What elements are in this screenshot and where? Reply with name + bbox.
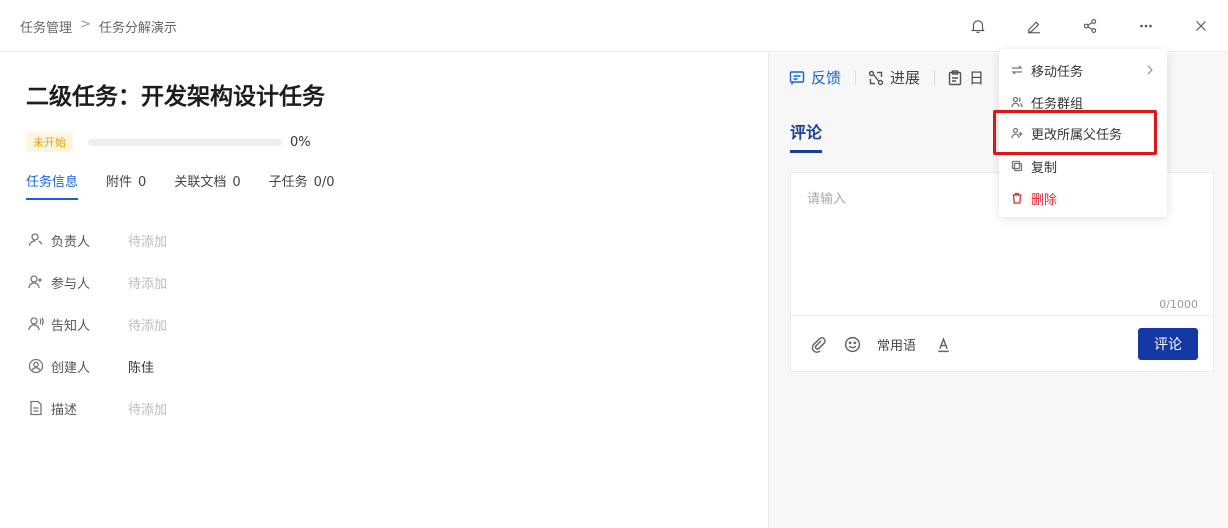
task-title: 二级任务：开发架构设计任务	[26, 84, 325, 110]
tab-attachments[interactable]: 附件 0	[106, 171, 146, 200]
field-participants: 参与人 待添加	[28, 261, 167, 303]
common-phrases-button[interactable]: 常用语	[877, 335, 916, 354]
field-notify: 告知人 待添加	[28, 303, 167, 345]
swap-icon	[1011, 65, 1023, 75]
breadcrumb-separator: >	[80, 17, 91, 32]
tab-log[interactable]: 日	[947, 67, 984, 88]
document-icon	[28, 400, 44, 416]
task-tabs: 任务信息 附件 0 关联文档 0 子任务 0/0	[26, 171, 363, 200]
field-owner: 负责人 待添加	[28, 219, 167, 261]
char-counter: 0/1000	[1159, 298, 1198, 311]
menu-item-move-task[interactable]: 移动任务	[999, 54, 1167, 86]
tab-linked-docs[interactable]: 关联文档 0	[174, 171, 240, 200]
user-plus-icon	[28, 274, 44, 290]
more-icon[interactable]	[1134, 14, 1158, 38]
task-detail-pane: 二级任务：开发架构设计任务 未开始 0% 任务信息 附件 0 关联文档 0 子任务 0…	[0, 53, 768, 528]
chevron-right-icon	[1145, 64, 1155, 75]
field-creator: 创建人 陈佳	[28, 345, 167, 387]
breadcrumb-current: 任务分解演示	[98, 21, 177, 36]
field-participants-value[interactable]: 待添加	[128, 273, 167, 292]
bell-icon[interactable]	[966, 14, 990, 38]
share-icon[interactable]	[1078, 14, 1102, 38]
user-circle-icon	[28, 358, 44, 374]
chat-icon	[789, 70, 805, 85]
field-description-value[interactable]: 待添加	[128, 399, 167, 418]
field-owner-value[interactable]: 待添加	[128, 231, 167, 250]
tab-task-info[interactable]: 任务信息	[26, 171, 79, 200]
emoji-icon[interactable]	[843, 336, 861, 354]
divider	[855, 70, 857, 85]
user-notify-icon	[28, 316, 44, 332]
tab-comment[interactable]: 评论	[790, 119, 823, 153]
submit-comment-button[interactable]: 评论	[1138, 328, 1198, 360]
task-fields: 负责人 待添加 参与人 待添加 告知人 待添加 创建人 陈佳 描述 待添加	[28, 219, 167, 429]
comment-input[interactable]: 请输入	[807, 188, 846, 207]
copy-icon	[1011, 160, 1023, 172]
tab-subtasks[interactable]: 子任务 0/0	[269, 171, 335, 200]
breadcrumb-parent[interactable]: 任务管理	[20, 17, 72, 36]
progress-bar	[88, 138, 282, 146]
divider	[934, 70, 936, 85]
menu-item-delete[interactable]: 删除	[999, 182, 1167, 214]
progress-label: 0%	[290, 134, 311, 150]
progress-icon	[868, 70, 884, 85]
status-badge: 未开始	[26, 132, 73, 152]
clipboard-icon	[948, 69, 962, 85]
status-row: 未开始 0%	[26, 132, 311, 152]
top-bar: 任务管理 > 任务分解演示	[0, 0, 1228, 52]
text-format-icon[interactable]	[934, 336, 952, 354]
tab-feedback[interactable]: 反馈	[789, 67, 841, 88]
field-description: 描述 待添加	[28, 387, 167, 429]
field-notify-value[interactable]: 待添加	[128, 315, 167, 334]
breadcrumb: 任务管理 > 任务分解演示	[20, 17, 177, 36]
highlight-box	[993, 110, 1157, 155]
trash-icon	[1012, 192, 1022, 204]
comment-toolbar: 常用语 评论	[791, 315, 1213, 373]
feedback-tabs: 反馈 进展 日	[789, 67, 998, 88]
group-icon	[1011, 96, 1023, 108]
tab-progress[interactable]: 进展	[868, 67, 920, 88]
attachment-icon[interactable]	[809, 336, 827, 354]
field-creator-value: 陈佳	[128, 360, 155, 376]
edit-icon[interactable]	[1022, 14, 1046, 38]
user-icon	[28, 232, 44, 248]
close-icon[interactable]	[1189, 14, 1213, 38]
